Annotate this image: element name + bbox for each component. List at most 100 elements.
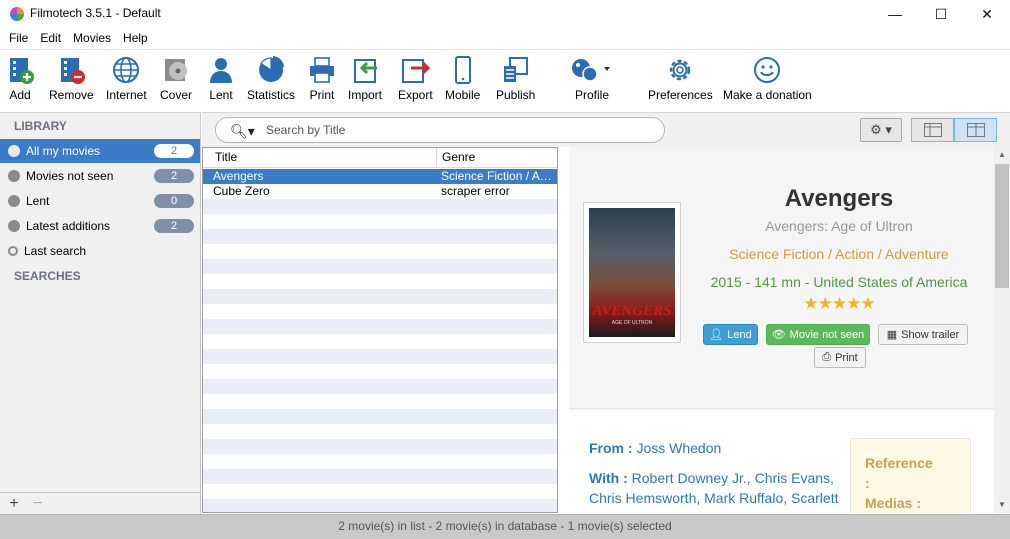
sidebar-item-latest-additions[interactable]: Latest additions 2 — [0, 214, 200, 238]
donation-button[interactable]: Make a donation — [723, 55, 812, 102]
list-header: Title Genre — [203, 148, 557, 168]
menu-help[interactable]: Help — [117, 29, 154, 49]
print-button[interactable]: Print — [307, 55, 337, 102]
remove-search-button[interactable]: − — [27, 494, 49, 514]
remove-button[interactable]: Remove — [49, 55, 94, 102]
maximize-button[interactable]: ☐ — [918, 0, 964, 28]
lend-button[interactable]: 👤︎ Lend — [703, 324, 758, 345]
search-box: 🔍︎▾ — [215, 117, 665, 143]
empty-row — [203, 259, 557, 274]
menu-edit[interactable]: Edit — [34, 29, 67, 49]
close-button[interactable]: ✕ — [964, 0, 1010, 28]
import-button[interactable]: Import — [348, 55, 382, 102]
film-icon: ▦ — [886, 329, 898, 341]
add-button[interactable]: Add — [5, 55, 35, 102]
scroll-up-arrow[interactable]: ▲ — [994, 147, 1010, 163]
mobile-button[interactable]: Mobile — [445, 55, 480, 102]
count-badge: 2 — [154, 219, 194, 233]
movie-poster: AVENGERS AGE OF ULTRON — [589, 208, 675, 337]
sidebar-item-not-seen[interactable]: Movies not seen 2 — [0, 164, 200, 188]
column-divider — [436, 148, 437, 168]
cover-button[interactable]: Cover — [160, 55, 192, 102]
search-input[interactable] — [266, 121, 646, 139]
internet-button[interactable]: Internet — [106, 55, 147, 102]
print-detail-button[interactable]: ⎙ Print — [814, 347, 866, 368]
profile-label: Profile — [574, 88, 609, 102]
column-genre[interactable]: Genre — [442, 150, 475, 164]
cast-link-1[interactable]: Robert Downey Jr., Chris Evans, — [632, 470, 834, 486]
list-layout-icon — [923, 123, 942, 137]
poster-title: AVENGERS — [592, 303, 672, 319]
sidebar-item-label: Movies not seen — [26, 169, 114, 183]
import-icon — [354, 59, 377, 83]
movie-info: 2015 - 141 mn - United States of America — [710, 274, 968, 290]
detail-scrollbar[interactable]: ▲ ▼ — [994, 147, 1010, 513]
menu-movies[interactable]: Movies — [67, 29, 117, 49]
person-icon: 👤︎ — [709, 329, 724, 341]
empty-row — [203, 349, 557, 364]
table-row[interactable]: Cube Zero scraper error — [203, 184, 557, 199]
preferences-button[interactable]: Preferences — [648, 55, 713, 102]
lent-button[interactable]: Lent — [206, 55, 236, 102]
movie-not-seen-button[interactable]: 👁︎ Movie not seen — [766, 324, 870, 345]
empty-row — [203, 319, 557, 334]
export-button[interactable]: Export — [398, 55, 433, 102]
app-icon — [10, 7, 24, 21]
sidebar-item-label: Lent — [26, 194, 50, 208]
print-label: Print — [309, 88, 335, 102]
view-list-button[interactable] — [911, 118, 954, 142]
credits: From : Joss Whedon With : Robert Downey … — [589, 438, 839, 508]
sidebar-item-last-search[interactable]: Last search — [0, 239, 200, 263]
column-title[interactable]: Title — [215, 150, 237, 164]
internet-label: Internet — [106, 88, 147, 102]
table-row[interactable]: Avengers Science Fiction / Action / Adven… — [203, 169, 557, 184]
cell-title: Cube Zero — [213, 184, 270, 198]
smiley-icon — [754, 57, 781, 83]
profile-icon — [572, 59, 610, 82]
menu-file[interactable]: File — [3, 29, 34, 49]
publish-button[interactable]: Publish — [496, 55, 535, 102]
reference-label: Reference — [865, 455, 933, 471]
export-label: Export — [398, 88, 433, 102]
print-label: Print — [835, 351, 858, 364]
detail-header: AVENGERS AGE OF ULTRON Avengers Avengers… — [569, 147, 994, 409]
empty-row — [203, 214, 557, 229]
view-detail-button[interactable] — [954, 118, 997, 142]
magnifier-icon — [8, 246, 18, 256]
printer-icon — [310, 57, 334, 83]
empty-row — [203, 334, 557, 349]
empty-row — [203, 469, 557, 484]
minimize-button[interactable]: — — [872, 0, 918, 28]
profile-button[interactable]: Profile — [570, 55, 614, 102]
poster-subtitle: AGE OF ULTRON — [611, 320, 653, 326]
movie-genres: Science Fiction / Action / Adventure — [729, 246, 949, 262]
detail-layout-icon — [966, 123, 985, 137]
add-search-button[interactable]: + — [3, 494, 25, 514]
show-trailer-button[interactable]: ▦ Show trailer — [878, 324, 968, 345]
sidebar-item-lent[interactable]: Lent 0 — [0, 189, 200, 213]
statistics-button[interactable]: Statistics — [247, 55, 295, 102]
plus-circle-icon — [8, 220, 20, 232]
not-seen-label: Movie not seen — [789, 328, 865, 341]
printer-icon: ⎙ — [822, 351, 832, 363]
window-title: Filmotech 3.5.1 - Default — [30, 6, 161, 20]
options-gear-dropdown[interactable]: ⚙ ▾ — [860, 118, 902, 142]
cell-genre: Science Fiction / Action / Adventure — [441, 169, 557, 183]
empty-row — [203, 439, 557, 454]
search-dropdown-icon[interactable]: 🔍︎▾ — [230, 123, 255, 140]
director-link[interactable]: Joss Whedon — [636, 440, 721, 456]
import-label: Import — [348, 88, 383, 102]
export-icon — [402, 59, 431, 83]
empty-row — [203, 229, 557, 244]
scroll-thumb[interactable] — [995, 164, 1009, 288]
scroll-down-arrow[interactable]: ▼ — [994, 497, 1010, 513]
cast-line-2[interactable]: Chris Hemsworth, Mark Ruffalo, Scarlett — [589, 488, 839, 508]
sidebar-item-all-movies[interactable]: All my movies 2 — [0, 139, 200, 163]
rating-stars: ★★★★★ — [803, 294, 875, 313]
director-line: From : Joss Whedon — [589, 438, 839, 458]
donation-label: Make a donation — [723, 88, 812, 102]
with-label: With : — [589, 470, 628, 486]
empty-row — [203, 289, 557, 304]
add-label: Add — [9, 88, 31, 102]
library-heading: LIBRARY — [14, 119, 67, 133]
